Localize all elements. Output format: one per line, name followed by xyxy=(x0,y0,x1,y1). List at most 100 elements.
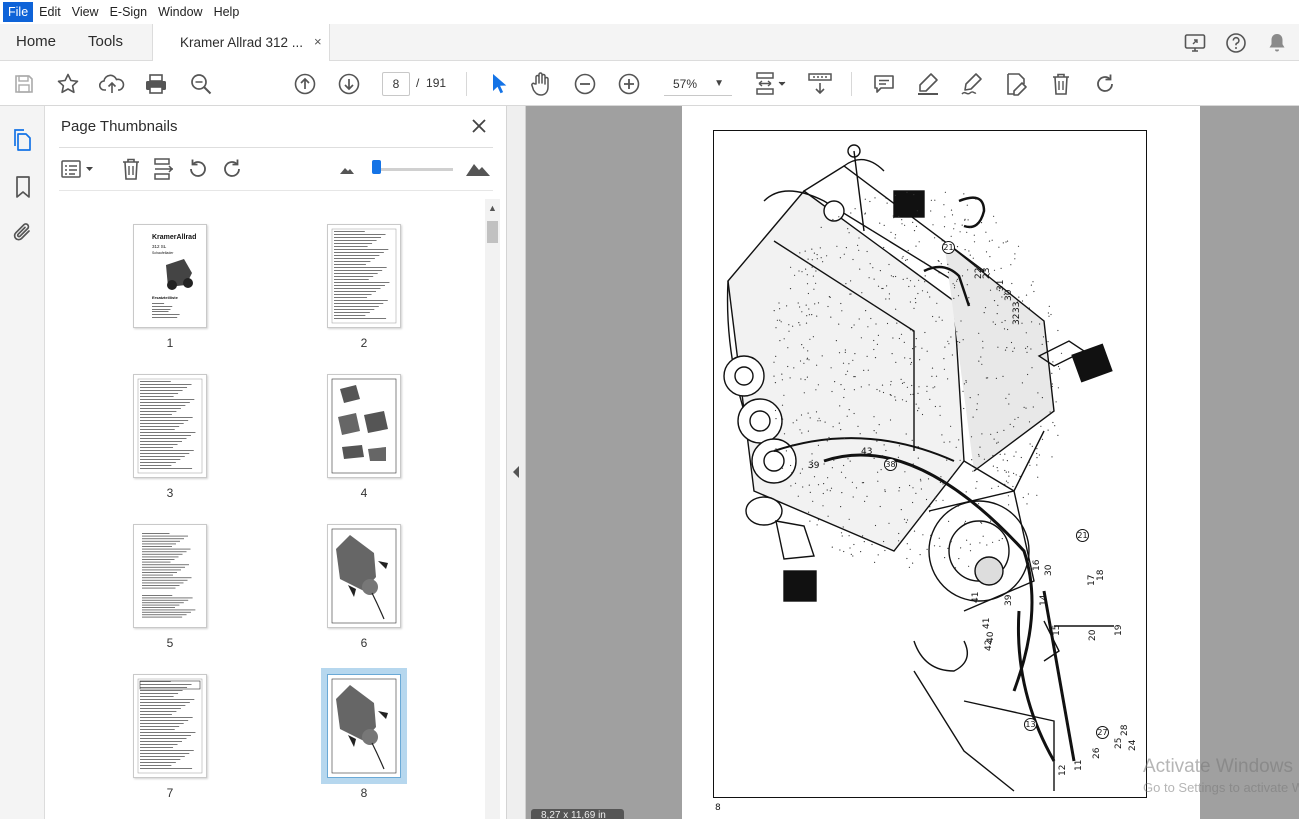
menu-edit[interactable]: Edit xyxy=(34,2,66,22)
thumbnail-grid: KramerAllrad 312 SL Schaufellader Ersatztei… xyxy=(59,201,484,819)
tab-document[interactable]: Kramer Allrad 312 ... × xyxy=(152,24,330,61)
print-icon[interactable] xyxy=(142,70,170,98)
tab-home[interactable]: Home xyxy=(16,33,56,50)
scroll-up-arrow-icon[interactable]: ▲ xyxy=(488,203,497,213)
part-number-label: 25 xyxy=(1114,737,1124,749)
hand-tool-icon[interactable] xyxy=(527,70,555,98)
bookmark-star-icon[interactable] xyxy=(54,70,82,98)
menu-window[interactable]: Window xyxy=(153,2,207,22)
part-number-label: 38 xyxy=(884,458,897,471)
printed-page-number: 8 xyxy=(715,803,721,813)
slider-thumb[interactable] xyxy=(372,160,381,174)
page-thumbnail[interactable] xyxy=(321,668,407,784)
page-thumbnail[interactable] xyxy=(327,224,401,328)
page-thumbnail[interactable]: KramerAllrad 312 SL Schaufellader Ersatztei… xyxy=(133,224,207,328)
svg-text:312 SL: 312 SL xyxy=(152,244,167,249)
page-thumbnail[interactable] xyxy=(133,674,207,778)
navigation-rail xyxy=(0,106,45,819)
highlight-pen-icon[interactable] xyxy=(914,70,942,98)
rotate-counterclockwise-icon[interactable] xyxy=(185,156,211,182)
scrollbar-thumb[interactable] xyxy=(487,221,498,243)
delete-trash-icon[interactable] xyxy=(1047,70,1075,98)
rotate-clockwise-icon[interactable] xyxy=(1091,70,1119,98)
part-number-label: 11 xyxy=(1074,759,1084,771)
page-thumbnail[interactable] xyxy=(327,524,401,628)
share-screen-icon[interactable] xyxy=(1183,31,1207,55)
part-number-label: 14 xyxy=(1039,594,1049,606)
toolbar-divider xyxy=(466,72,467,96)
part-number-label: 30 xyxy=(1044,564,1054,576)
page-number-input[interactable]: 8 xyxy=(382,72,410,96)
thumbnail-page-label: 2 xyxy=(360,336,368,350)
thumbnail-smaller-icon[interactable] xyxy=(334,156,360,182)
sign-pen-icon[interactable] xyxy=(958,70,986,98)
part-number-label: 32 xyxy=(1012,313,1022,325)
thumbnail-size-slider[interactable] xyxy=(375,168,453,171)
previous-page-icon[interactable] xyxy=(291,70,319,98)
attachments-paperclip-icon[interactable] xyxy=(10,219,36,245)
close-panel-icon[interactable] xyxy=(468,115,490,137)
part-number-label: 39 xyxy=(1004,594,1014,606)
thumbnail-options-icon[interactable] xyxy=(59,156,97,182)
rotate-clockwise-pages-icon[interactable] xyxy=(219,156,245,182)
part-number-label: 27 xyxy=(1096,726,1109,739)
panel-title: Page Thumbnails xyxy=(61,118,178,135)
menu-help[interactable]: Help xyxy=(209,2,245,22)
fit-page-icon[interactable] xyxy=(752,70,790,98)
panel-divider xyxy=(59,147,493,148)
comment-icon[interactable] xyxy=(870,70,898,98)
collapse-panel-arrow-icon[interactable] xyxy=(513,466,519,478)
part-number-label: 41 xyxy=(982,617,992,629)
page-thumbnail[interactable] xyxy=(133,524,207,628)
next-page-icon[interactable] xyxy=(335,70,363,98)
part-number-label: 19 xyxy=(1114,624,1124,636)
cloud-upload-icon[interactable] xyxy=(98,70,126,98)
extract-pages-icon[interactable] xyxy=(151,156,177,182)
part-number-label: 40 xyxy=(986,631,996,643)
part-number-label: 21 xyxy=(942,241,955,254)
part-number-label: 15 xyxy=(1052,624,1062,636)
part-number-label: 16 xyxy=(1032,559,1042,571)
notification-bell-icon[interactable] xyxy=(1265,31,1289,55)
page-thumbnail[interactable] xyxy=(133,374,207,478)
tab-tools[interactable]: Tools xyxy=(88,33,123,50)
scroll-mode-icon[interactable] xyxy=(806,70,834,98)
thumbnail-scrollbar[interactable]: ▲ xyxy=(485,199,500,819)
part-number-label: 21 xyxy=(1076,529,1089,542)
tab-document-title: Kramer Allrad 312 ... xyxy=(180,35,304,50)
menu-file[interactable]: File xyxy=(3,2,34,22)
select-cursor-icon[interactable] xyxy=(484,70,512,98)
page-separator: / xyxy=(416,76,420,90)
zoom-out-icon[interactable] xyxy=(571,70,599,98)
thumbnail-larger-icon[interactable] xyxy=(463,156,493,182)
search-zoom-icon[interactable] xyxy=(187,70,215,98)
main-toolbar: 8 / 191 57% ▼ xyxy=(0,62,1299,106)
page-thumbnails-icon[interactable] xyxy=(10,127,36,153)
tab-bar: Home Tools Kramer Allrad 312 ... × xyxy=(0,24,1299,61)
help-icon[interactable] xyxy=(1224,31,1248,55)
zoom-level-select[interactable]: 57% ▼ xyxy=(664,72,732,96)
part-number-label: 13 xyxy=(1024,718,1037,731)
part-number-label: 33 xyxy=(1012,301,1022,313)
page-thumbnail[interactable] xyxy=(327,374,401,478)
close-tab-icon[interactable]: × xyxy=(314,34,322,49)
chevron-down-icon: ▼ xyxy=(714,78,724,89)
activate-windows-watermark: Activate Windows Go to Settings to activ… xyxy=(1143,756,1299,795)
menu-view[interactable]: View xyxy=(67,2,104,22)
watermark-subtitle: Go to Settings to activate Windows. xyxy=(1143,780,1299,795)
part-number-label: 28 xyxy=(1120,724,1130,736)
document-view[interactable]: 21 22 23 31 30 33 32 41 43 38 39 21 16 15 30 17 18 20 19 14… xyxy=(526,106,1299,819)
part-number-label: 12 xyxy=(1058,764,1068,776)
part-number-label: 24 xyxy=(1128,739,1138,751)
delete-pages-icon[interactable] xyxy=(118,156,144,182)
thumbnail-page-label: 1 xyxy=(166,336,174,350)
svg-text:Ersatzteilliste: Ersatzteilliste xyxy=(152,295,179,300)
panel-splitter[interactable] xyxy=(507,106,526,819)
part-number-label: 20 xyxy=(1088,629,1098,641)
edit-pdf-icon[interactable] xyxy=(1002,70,1030,98)
watermark-title: Activate Windows xyxy=(1143,756,1293,777)
zoom-in-icon[interactable] xyxy=(615,70,643,98)
menu-esign[interactable]: E-Sign xyxy=(105,2,153,22)
bookmarks-icon[interactable] xyxy=(10,174,36,200)
save-icon[interactable] xyxy=(10,70,38,98)
